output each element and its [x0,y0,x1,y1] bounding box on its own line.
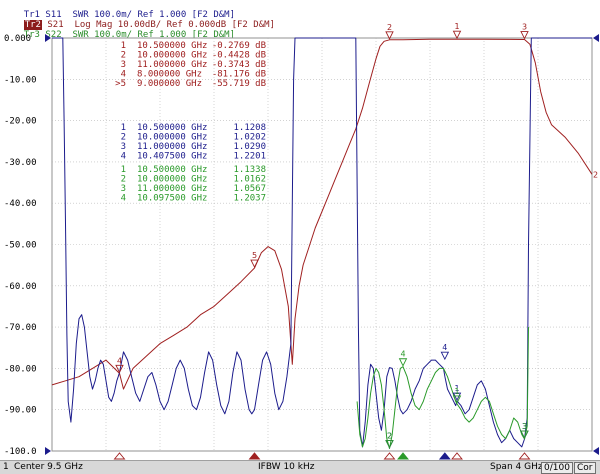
bottom-marker-s21-4 [113,452,126,460]
y-tick-label: 0.000 [4,34,31,44]
s11-marker-row-value: 1.2201 [233,152,266,162]
marker-tables: 1 10.500000 GHz -0.2769 dB 2 10.000000 GHz -0… [115,41,266,204]
s21-marker-row-value: -0.3743 dB [212,60,266,70]
marker-label: 5 [252,251,257,260]
bottom-marker-s21-5 [248,452,261,460]
s21-marker-row-value: -81.176 dB [212,70,266,80]
y-tick-label: -40.00 [4,199,37,209]
s11-marker-row-value: 1.1208 [233,123,266,133]
s11-marker-row-num: 2 [121,133,126,143]
s22-marker-row-freq: 10.500000 GHz [137,165,207,175]
marker-label: 4 [117,356,122,365]
ifbw-setting[interactable]: IFBW 10 kHz [258,461,314,474]
s22-marker-row-value: 1.0567 [233,184,266,194]
y-tick-label: -60.00 [4,282,37,292]
s11-marker-row-num: 3 [121,142,126,152]
marker-s11-4 [440,351,450,361]
bottom-marker-s11-4 [438,452,451,460]
y-tick-label: -90.00 [4,406,37,416]
s21-marker-row-num: 4 [121,70,126,80]
s22-marker-row-value: 1.0162 [233,175,266,185]
bottom-marker-s21-3 [518,452,531,460]
s21-marker-row-num: >5 [115,79,126,89]
y-tick-label: -30.00 [4,158,37,168]
bottom-marker-s21-2 [383,452,396,460]
series-s21-line [51,38,593,390]
ref-arrow-left-bottom [45,447,51,455]
marker-label: 2 [387,432,392,441]
y-tick-label: -80.00 [4,364,37,374]
marker-s21-1 [452,30,462,40]
s21-marker-row-freq: 9.000000 GHz [137,79,202,89]
s21-marker-row-num: 3 [121,60,126,70]
sweep-counter: 0/100 [541,462,573,474]
channel-number: 1 [3,462,9,472]
y-tick-label: -10.00 [4,75,37,85]
s21-marker-row-num: 2 [121,51,126,61]
status-bar: 1 Center 9.5 GHz IFBW 10 kHz Span 4 GHz … [0,460,600,474]
s22-marker-row-num: 1 [121,165,126,175]
marker-label: 3 [522,422,527,431]
s21-marker-row-freq: 8.000000 GHz [137,70,202,80]
bottom-marker-s22-4 [397,452,409,460]
s21-marker-row-value: -55.719 dB [212,79,266,89]
y-tick-label: -100.0 [4,447,37,457]
trace-end-label: 2 [593,170,598,179]
chart-grid [51,37,593,452]
s11-marker-row-num: 4 [121,152,126,162]
y-tick-label: -20.00 [4,117,37,127]
vna-screen: Tr1 S11 SWR 100.0m/ Ref 1.000 [F2 D&M] T… [0,0,600,474]
s22-marker-row-value: 1.1338 [233,165,266,175]
marker-label: 1 [454,22,459,31]
s11-marker-row-freq: 10.407500 GHz [137,152,207,162]
correction-indicator[interactable]: Cor [574,462,596,474]
s11-marker-row-freq: 10.500000 GHz [137,123,207,133]
s11-marker-row-num: 1 [121,123,126,133]
s11-marker-row-freq: 11.000000 GHz [137,142,207,152]
center-frequency[interactable]: Center 9.5 GHz [14,461,83,474]
s22-marker-row-value: 1.2037 [233,194,266,204]
marker-label: 3 [522,23,527,32]
y-tick-labels: 0.000 -10.00 -20.00 -30.00 -40.00 -50.00 -60.0… [4,34,37,457]
s21-marker-row-value: -0.2769 dB [212,41,266,51]
marker-label: 1 [454,387,459,396]
s21-marker-row-value: -0.4428 dB [212,51,266,61]
s22-marker-row-freq: 10.000000 GHz [137,175,207,185]
y-tick-label: -50.00 [4,241,37,251]
ref-arrow-right-bottom [593,447,599,455]
s22-marker-row-num: 4 [121,194,126,204]
s22-marker-row-freq: 11.000000 GHz [137,184,207,194]
bottom-marker-s21-1 [451,452,463,460]
s22-marker-row-num: 3 [121,184,126,194]
s21-marker-row-freq: 10.000000 GHz [137,51,207,61]
marker-label: 4 [400,350,405,359]
span-setting[interactable]: Span 4 GHz [490,461,543,474]
sparameter-chart[interactable]: 0.000 -10.00 -20.00 -30.00 -40.00 -50.00 -60.0… [0,0,600,460]
ref-arrow-left-top [45,34,51,42]
s11-marker-row-value: 1.0202 [233,133,266,143]
s11-marker-row-value: 1.0290 [233,142,266,152]
s21-marker-row-freq: 11.000000 GHz [137,60,207,70]
s21-marker-row-num: 1 [121,41,126,51]
marker-label: 4 [442,343,447,352]
marker-s21-3 [520,31,529,40]
s11-marker-row-freq: 10.000000 GHz [137,133,207,143]
marker-s22-4 [398,358,408,367]
s22-marker-row-freq: 10.097500 GHz [137,194,207,204]
s22-marker-row-num: 2 [121,175,126,185]
y-tick-label: -70.00 [4,323,37,333]
s21-marker-row-freq: 10.500000 GHz [137,41,207,51]
ref-arrow-right-top [593,34,599,42]
marker-label: 2 [387,23,392,32]
